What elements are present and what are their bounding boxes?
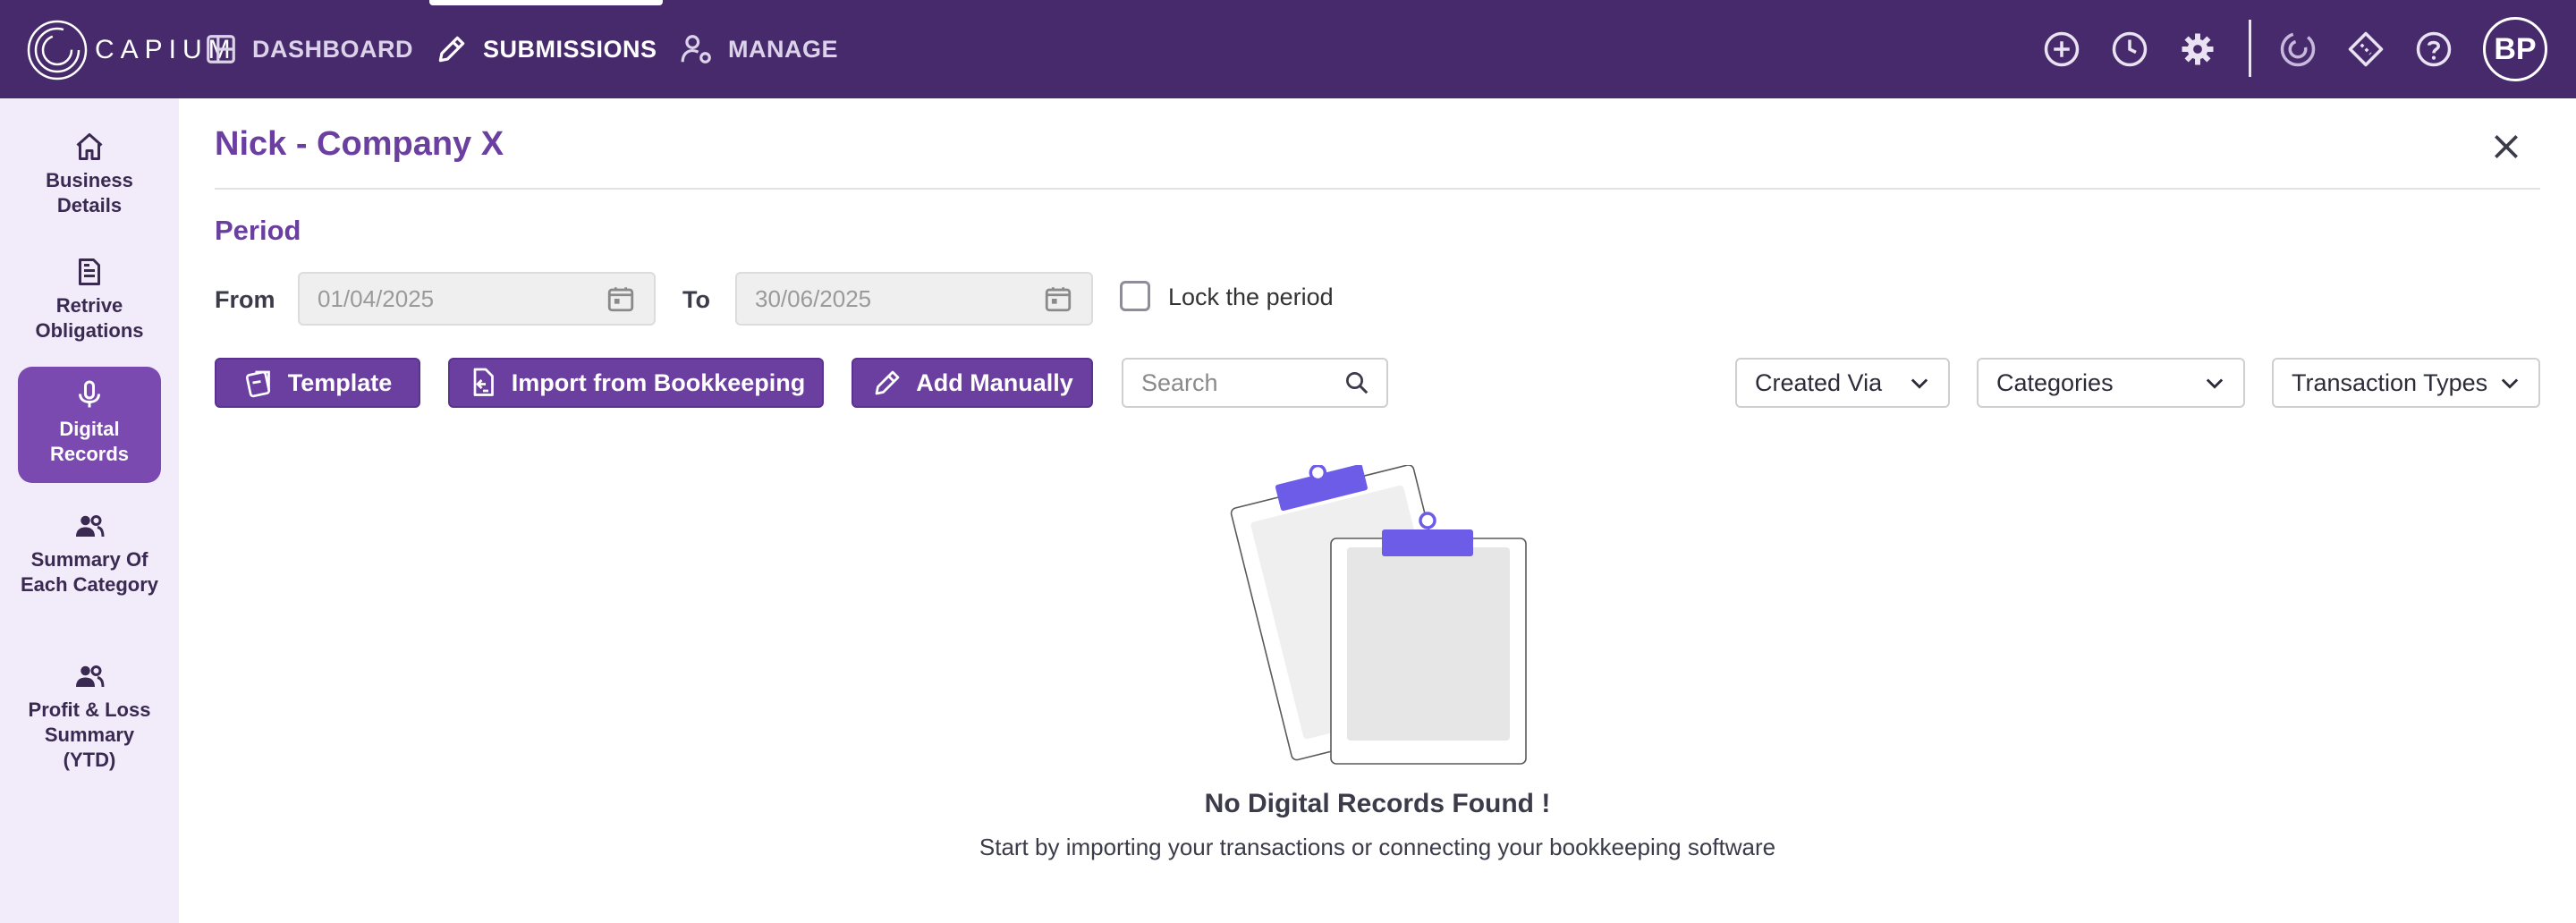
help-icon[interactable] xyxy=(2415,30,2453,68)
chevron-down-icon xyxy=(2501,378,2519,389)
users-icon xyxy=(76,515,105,538)
to-date-field[interactable]: 30/06/2025 xyxy=(735,272,1093,326)
import-from-bookkeeping-button[interactable]: Import from Bookkeeping xyxy=(448,358,824,408)
page-title: Nick - Company X xyxy=(215,125,504,163)
microphone-icon xyxy=(79,380,100,408)
template-button[interactable]: Template xyxy=(215,358,420,408)
transaction-types-dropdown[interactable]: Transaction Types xyxy=(2272,358,2540,408)
pencil-icon xyxy=(438,36,465,63)
search-box[interactable] xyxy=(1122,358,1388,408)
lock-period-checkbox[interactable] xyxy=(1120,281,1150,311)
add-manually-label: Add Manually xyxy=(916,368,1073,396)
from-date-field[interactable]: 01/04/2025 xyxy=(298,272,656,326)
dashboard-icon xyxy=(207,35,235,64)
sidebar-item-summary-of-each-category[interactable]: Summary Of Each Category xyxy=(18,497,161,597)
add-manually-button[interactable]: Add Manually xyxy=(852,358,1093,408)
chevron-down-icon xyxy=(1911,378,1928,389)
sidebar-item-retrive-obligations[interactable]: Retrive Obligations xyxy=(18,243,161,343)
user-avatar[interactable]: BP xyxy=(2483,17,2547,81)
calendar-icon[interactable] xyxy=(606,284,636,314)
empty-clipboard-illustration xyxy=(1230,465,1527,765)
sidebar-item-label: Retrive Obligations xyxy=(35,294,144,342)
add-circle-icon[interactable] xyxy=(2043,30,2080,68)
ticket-icon[interactable] xyxy=(2347,30,2385,68)
nav-manage-label: MANAGE xyxy=(728,35,838,63)
home-icon xyxy=(76,133,103,160)
capium-logo-icon xyxy=(27,20,88,80)
to-label: To xyxy=(682,286,710,313)
template-button-label: Template xyxy=(287,368,393,396)
template-icon xyxy=(245,370,270,398)
sidebar-item-business-details[interactable]: Business Details xyxy=(18,118,161,218)
nav-dashboard-label: DASHBOARD xyxy=(252,35,413,63)
empty-state-title: No Digital Records Found ! xyxy=(1204,789,1551,818)
from-date-value: 01/04/2025 xyxy=(318,284,435,312)
categories-dropdown[interactable]: Categories xyxy=(1977,358,2245,408)
lock-period-label: Lock the period xyxy=(1168,284,1334,310)
top-navbar: CAPIUM DASHBOARD SUBMISSIONS MANAGE BP xyxy=(0,0,2576,98)
nav-dashboard[interactable]: DASHBOARD xyxy=(204,0,413,98)
capium-app-icon[interactable] xyxy=(2279,30,2317,68)
sidebar-item-label: Summary Of Each Category xyxy=(20,548,159,596)
nav-manage[interactable]: MANAGE xyxy=(680,0,838,98)
to-date-value: 30/06/2025 xyxy=(755,284,872,312)
sidebar-item-profit-loss-summary[interactable]: Profit & Loss Summary (YTD) xyxy=(18,648,161,773)
user-settings-icon xyxy=(681,35,711,64)
sidebar-item-label: Business Details xyxy=(46,169,133,216)
chevron-down-icon xyxy=(2206,378,2224,389)
transaction-types-label: Transaction Types xyxy=(2292,368,2488,396)
nav-submissions[interactable]: SUBMISSIONS xyxy=(429,0,663,98)
close-icon[interactable] xyxy=(2488,129,2524,165)
sidebar-item-digital-records[interactable]: Digital Records xyxy=(18,367,161,483)
period-heading: Period xyxy=(215,215,301,246)
from-label: From xyxy=(215,286,275,313)
document-icon xyxy=(79,258,100,285)
import-button-label: Import from Bookkeeping xyxy=(511,368,806,396)
pencil-icon xyxy=(875,370,900,395)
sidebar-item-label: Digital Records xyxy=(49,418,130,465)
search-icon[interactable] xyxy=(1343,369,1370,396)
search-input[interactable] xyxy=(1141,368,1320,397)
calendar-icon[interactable] xyxy=(1043,284,1073,314)
sidebar-item-label: Profit & Loss Summary (YTD) xyxy=(28,699,151,771)
users-icon xyxy=(76,665,105,688)
empty-state-subtitle: Start by importing your transactions or … xyxy=(979,834,1776,860)
file-import-icon xyxy=(473,368,494,396)
created-via-dropdown[interactable]: Created Via xyxy=(1735,358,1950,408)
created-via-label: Created Via xyxy=(1755,368,1883,396)
gear-icon[interactable] xyxy=(2179,30,2216,68)
toolbar-divider xyxy=(2249,20,2251,77)
clock-icon[interactable] xyxy=(2111,30,2148,68)
categories-label: Categories xyxy=(1996,368,2114,396)
nav-submissions-label: SUBMISSIONS xyxy=(483,35,657,63)
title-divider xyxy=(215,188,2540,190)
